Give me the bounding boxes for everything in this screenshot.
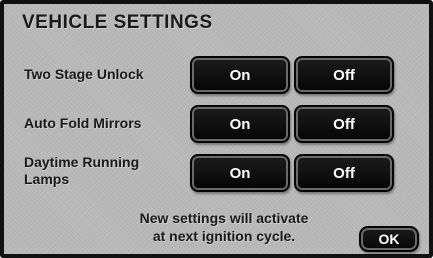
daytime-running-lamps-on-label: On: [229, 164, 251, 182]
ok-button[interactable]: OK: [359, 226, 419, 252]
ok-button-label: OK: [378, 231, 400, 247]
auto-fold-mirrors-label: Auto Fold Mirrors: [24, 115, 142, 131]
two-stage-unlock-label: Two Stage Unlock: [24, 66, 144, 82]
auto-fold-mirrors-off-button[interactable]: Off: [294, 105, 394, 143]
daytime-running-lamps-off-button[interactable]: Off: [294, 154, 394, 192]
vehicle-settings-screen: VEHICLE SETTINGS Two Stage Unlock On Off…: [0, 0, 433, 258]
two-stage-unlock-off-label: Off: [333, 66, 355, 84]
daytime-running-lamps-on-button[interactable]: On: [190, 154, 290, 192]
two-stage-unlock-on-button[interactable]: On: [190, 56, 290, 94]
page-title: VEHICLE SETTINGS: [22, 12, 213, 33]
auto-fold-mirrors-on-button[interactable]: On: [190, 105, 290, 143]
auto-fold-mirrors-off-label: Off: [333, 115, 355, 133]
daytime-running-lamps-label: Daytime Running Lamps: [24, 154, 139, 188]
daytime-running-lamps-off-label: Off: [333, 164, 355, 182]
two-stage-unlock-off-button[interactable]: Off: [294, 56, 394, 94]
notice-line1: New settings will activate: [139, 210, 309, 226]
settings-notice: New settings will activate at next ignit…: [114, 209, 334, 245]
auto-fold-mirrors-on-label: On: [229, 115, 251, 133]
notice-line2: at next ignition cycle.: [152, 228, 296, 244]
daytime-running-lamps-label-line1: Daytime Running: [24, 154, 140, 170]
daytime-running-lamps-label-line2: Lamps: [24, 171, 70, 187]
two-stage-unlock-on-label: On: [229, 66, 251, 84]
